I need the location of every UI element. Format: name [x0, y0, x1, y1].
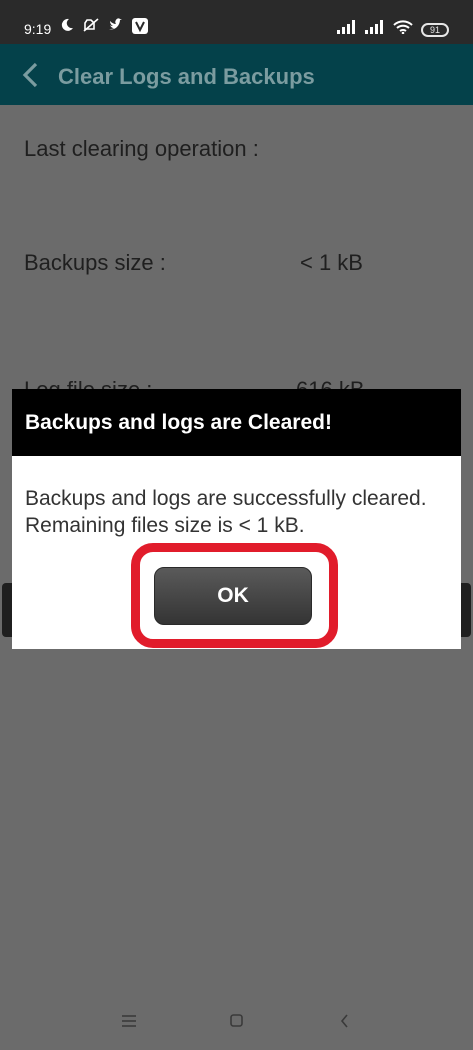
signal-icon: [337, 20, 357, 39]
dialog-header: Backups and logs are Cleared!: [12, 389, 461, 456]
chevron-left-icon[interactable]: [20, 62, 40, 93]
status-icons-left: [60, 18, 148, 34]
highlight-ring: [131, 543, 338, 648]
home-square-icon[interactable]: [230, 1014, 243, 1032]
twitter-icon: [108, 18, 124, 34]
dialog-message: Backups and logs are successfully cleare…: [25, 487, 427, 537]
backups-size-value: < 1 kB: [300, 250, 363, 275]
nav-bar: [0, 990, 473, 1050]
mute-icon: [82, 18, 100, 34]
dialog-title: Backups and logs are Cleared!: [25, 411, 332, 434]
menu-icon[interactable]: [122, 1014, 136, 1032]
moon-icon: [60, 18, 74, 34]
page-title: Clear Logs and Backups: [58, 64, 315, 89]
backups-size-label: Backups size :: [24, 250, 166, 275]
wifi-icon: [393, 20, 413, 39]
last-clearing-label: Last clearing operation :: [24, 136, 259, 161]
app-v-icon: [132, 18, 148, 34]
status-time: 9:19: [24, 21, 52, 37]
app-bar: Clear Logs and Backups: [0, 44, 473, 105]
back-chevron-icon[interactable]: [340, 1014, 349, 1033]
battery-icon: 91: [421, 22, 449, 37]
status-icons-right: 91: [337, 20, 449, 39]
status-bar: 9:19 91: [0, 0, 473, 44]
signal-icon: [365, 20, 385, 39]
